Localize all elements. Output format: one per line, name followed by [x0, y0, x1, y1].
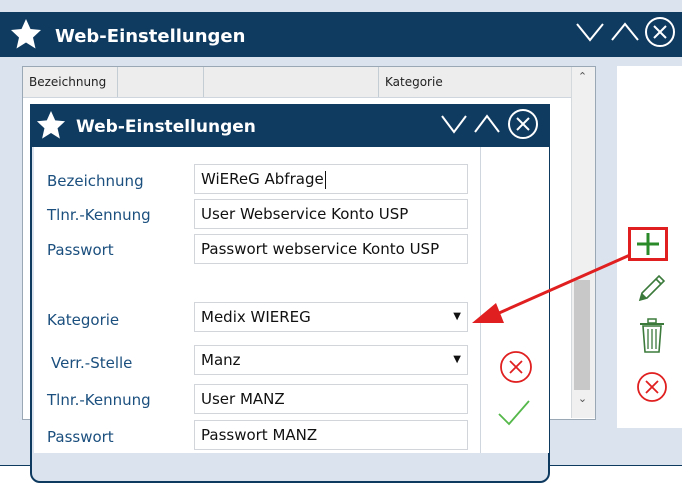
dropdown-arrow-icon: ▼: [453, 354, 461, 365]
bezeichnung-value: WiEReG Abfrage: [201, 170, 324, 188]
inner-dialog-title: Web-Einstellungen: [76, 117, 256, 137]
column-separator: [117, 67, 118, 97]
star-icon: [11, 19, 41, 49]
tlnr-kennung-input[interactable]: User Webservice Konto USP: [194, 199, 468, 229]
column-header-kategorie[interactable]: Kategorie: [385, 67, 443, 97]
column-separator: [203, 67, 204, 97]
verr-stelle-select[interactable]: Manz ▼: [194, 345, 468, 375]
chevron-down-icon[interactable]: [440, 111, 468, 137]
chevron-up-icon[interactable]: [610, 18, 640, 46]
star-icon: [36, 110, 66, 139]
annotation-arrow: [472, 253, 631, 323]
label-bezeichnung: Bezeichnung: [47, 172, 144, 190]
label-tlnr-kennung-2: Tlnr.-Kennung: [47, 391, 151, 409]
tlnr-kennung-2-input[interactable]: User MANZ: [194, 384, 468, 414]
checkmark-icon[interactable]: [496, 398, 532, 428]
label-tlnr-kennung: Tlnr.-Kennung: [47, 206, 151, 224]
passwort-input[interactable]: Passwort webservice Konto USP: [194, 234, 468, 264]
label-passwort: Passwort: [47, 241, 114, 259]
trash-icon[interactable]: [638, 318, 666, 354]
passwort-2-input[interactable]: Passwort MANZ: [194, 420, 468, 450]
label-verr-stelle: Verr.-Stelle: [51, 354, 133, 372]
kategorie-select[interactable]: Medix WIEREG ▼: [194, 302, 468, 332]
chevron-up-icon[interactable]: [473, 111, 501, 137]
close-icon[interactable]: [644, 16, 676, 48]
circle-x-icon[interactable]: [498, 349, 534, 385]
chevron-down-icon[interactable]: [575, 18, 605, 46]
label-kategorie: Kategorie: [47, 311, 120, 329]
text-cursor: [324, 170, 326, 189]
verr-stelle-selected-value: Manz: [201, 351, 241, 369]
column-separator: [378, 67, 379, 97]
kategorie-selected-value: Medix WIEREG: [201, 308, 311, 326]
circle-x-icon[interactable]: [635, 370, 669, 404]
scroll-up-icon[interactable]: ⌃: [571, 70, 594, 86]
bezeichnung-input[interactable]: WiEReG Abfrage: [194, 164, 468, 194]
outer-window-title: Web-Einstellungen: [55, 26, 246, 47]
scroll-down-icon[interactable]: ⌄: [571, 392, 594, 408]
close-icon[interactable]: [507, 108, 539, 140]
list-column-header: Bezeichnung Kategorie: [23, 67, 571, 98]
label-passwort-2: Passwort: [47, 428, 114, 446]
column-header-bezeichnung[interactable]: Bezeichnung: [29, 67, 106, 97]
